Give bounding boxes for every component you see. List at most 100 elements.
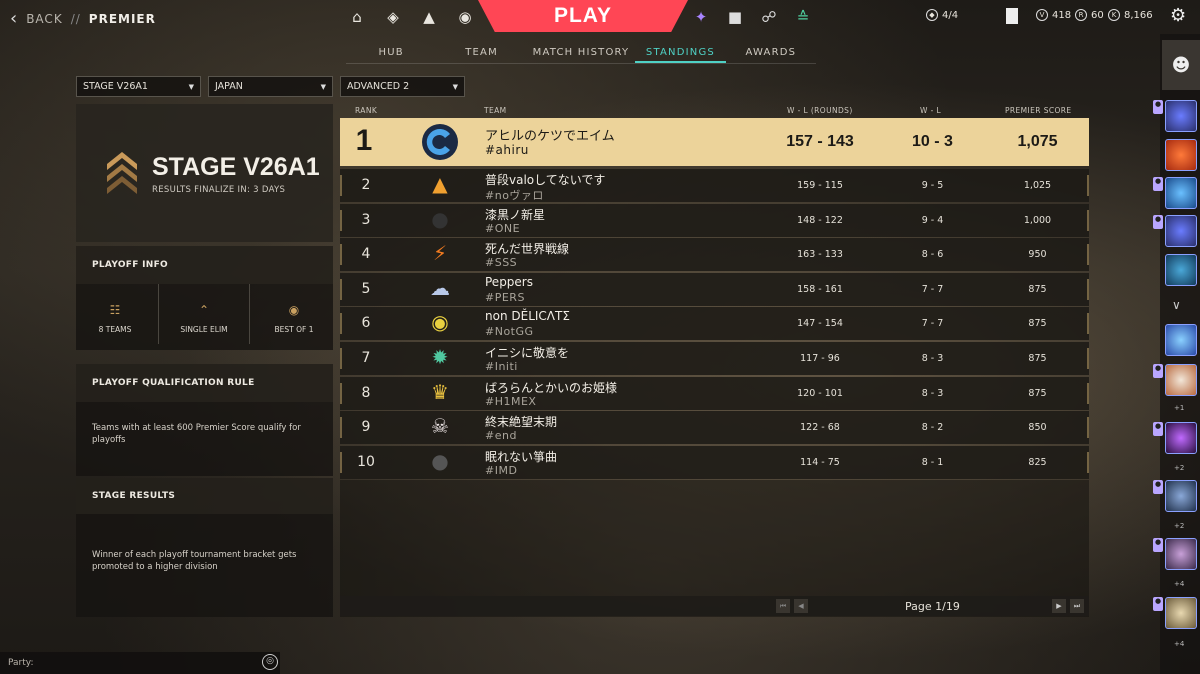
- fire-hat-emblem-icon: ▲: [432, 172, 448, 196]
- row-accent: [340, 417, 342, 439]
- friend-count: +2: [1174, 464, 1185, 472]
- division-select-value: ADVANCED 2: [347, 81, 410, 92]
- premier-score-cell: 875: [1028, 318, 1047, 330]
- back-nav[interactable]: ‹ BACK // PREMIER: [10, 8, 156, 29]
- agents-icon[interactable]: ◈: [382, 6, 404, 28]
- series-info: ◉ BEST OF 1: [259, 281, 329, 351]
- wl-rounds-cell: 159 - 115: [797, 180, 843, 191]
- prev-page-icon[interactable]: ◀: [794, 599, 808, 613]
- wl-rounds-cell: 114 - 75: [800, 456, 840, 468]
- lock-icon: ●: [1153, 422, 1163, 436]
- store-icon[interactable]: ☍: [758, 6, 780, 28]
- crown-emblem-icon: ♛: [431, 379, 449, 404]
- region-select[interactable]: JAPAN ▼: [208, 76, 333, 97]
- breadcrumb-separator: //: [70, 11, 81, 26]
- home-icon[interactable]: ⌂: [346, 6, 368, 28]
- battlepass-icon[interactable]: ◉: [454, 6, 476, 28]
- party-label: Party:: [8, 658, 34, 668]
- row-accent: [1087, 451, 1089, 473]
- collapse-chevron-icon[interactable]: ∨: [1172, 298, 1181, 312]
- masked-face-emblem-icon: ◉: [431, 310, 449, 335]
- wl-rounds-cell: 120 - 101: [797, 387, 843, 399]
- friend-count: +4: [1174, 580, 1185, 588]
- kc-readout: K 8,166: [1108, 9, 1153, 21]
- tab-standings[interactable]: STANDINGS: [635, 42, 726, 63]
- team-tag: #ONE: [485, 221, 521, 235]
- rank-cell: 3: [361, 211, 371, 228]
- party-bar[interactable]: Party:: [0, 652, 280, 674]
- bracket-icon: ☷: [109, 303, 121, 317]
- tab-match-history[interactable]: MATCH HISTORY: [527, 42, 635, 63]
- rank-cell: 6: [361, 315, 371, 332]
- party-invite-icon[interactable]: ◎: [262, 654, 278, 670]
- team-tag: #PERS: [485, 290, 525, 304]
- stage-select[interactable]: STAGE V26A1 ▼: [76, 76, 201, 97]
- divider: [249, 284, 250, 344]
- table-row[interactable]: 2 ▲ 普段valoしてないです #noヴァロ 159 - 115 9 - 5 1,025: [340, 169, 1089, 202]
- page-title: PREMIER: [88, 11, 156, 26]
- rank-cell: 7: [361, 350, 371, 366]
- friends-icon[interactable]: ☻: [1162, 40, 1200, 90]
- friend-avatar[interactable]: [1165, 177, 1197, 209]
- table-row[interactable]: 10 ● 眠れない箏曲 #IMD 114 - 75 8 - 1 825: [340, 445, 1089, 479]
- tab-hub[interactable]: HUB: [346, 42, 436, 63]
- last-page-icon[interactable]: ⏭: [1070, 599, 1084, 613]
- friend-avatar[interactable]: [1165, 254, 1197, 286]
- table-row[interactable]: 7 ✹ イニシに敬意を #Initi 117 - 96 8 - 3 875: [340, 342, 1089, 375]
- premier-score-cell: 875: [1028, 387, 1047, 399]
- settings-gear-icon[interactable]: ⚙: [1170, 5, 1186, 26]
- premier-score-cell: 1,025: [1023, 180, 1052, 191]
- row-accent: [1087, 244, 1089, 266]
- row-accent: [340, 175, 342, 196]
- wl-cell: 8 - 2: [921, 422, 944, 434]
- rank-cell: 4: [361, 246, 371, 263]
- table-row[interactable]: 8 ♛ ばろらんとかいのお姫様 #H1MEX 120 - 101 8 - 3 875: [340, 376, 1089, 410]
- tab-awards[interactable]: AWARDS: [726, 42, 816, 63]
- wl-rounds-cell: 157 - 143: [786, 133, 854, 150]
- row-accent: [340, 244, 342, 266]
- wallet-icon[interactable]: [1006, 8, 1018, 24]
- table-row[interactable]: 9 ☠ 終末絶望末期 #end 122 - 68 8 - 2 850: [340, 411, 1089, 445]
- friend-avatar[interactable]: [1165, 324, 1197, 356]
- friend-avatar[interactable]: [1165, 215, 1197, 247]
- wl-cell: 7 - 7: [921, 318, 944, 330]
- lock-icon: ●: [1153, 364, 1163, 378]
- region-select-value: JAPAN: [215, 81, 243, 92]
- col-wl: W - L: [920, 106, 942, 115]
- battlepass-chevron-icon[interactable]: ≙: [792, 6, 814, 28]
- play-button[interactable]: PLAY: [478, 0, 688, 32]
- playoff-info-heading: PLAYOFF INFO: [76, 246, 333, 284]
- career-icon[interactable]: ▲: [418, 6, 440, 28]
- row-accent: [1087, 278, 1089, 300]
- friend-avatar[interactable]: [1165, 364, 1197, 396]
- stage-name: STAGE V26A1: [152, 153, 320, 181]
- team-tag: #H1MEX: [485, 394, 537, 408]
- qualification-text: Teams with at least 600 Premier Score qu…: [92, 423, 301, 445]
- table-row[interactable]: 1 アヒルのケツでエイム #ahiru 157 - 143 10 - 3 1,0…: [340, 118, 1089, 166]
- friend-avatar[interactable]: [1165, 538, 1197, 570]
- table-row[interactable]: 3 ● 漆黒ノ新星 #ONE 148 - 122 9 - 4 1,000: [340, 203, 1089, 237]
- team-name: 漆黒ノ新星: [485, 207, 546, 222]
- friend-avatar[interactable]: [1165, 422, 1197, 454]
- tab-team[interactable]: TEAM: [436, 42, 526, 63]
- friend-avatar[interactable]: [1165, 100, 1197, 132]
- first-page-icon[interactable]: ⏮: [776, 599, 790, 613]
- next-page-icon[interactable]: ▶: [1052, 599, 1066, 613]
- table-row[interactable]: 5 ☁ Peppers #PERS 158 - 161 7 - 7 875: [340, 272, 1089, 306]
- premier-score-cell: 1,075: [1017, 133, 1058, 150]
- premier-icon[interactable]: ✦: [690, 6, 712, 28]
- friend-avatar[interactable]: [1165, 480, 1197, 512]
- table-row[interactable]: 6 ◉ non DĚLICΛTΣ #NotGG 147 - 154 7 - 7 875: [340, 307, 1089, 341]
- row-accent: [340, 382, 342, 404]
- team-tag: #NotGG: [485, 325, 534, 339]
- friend-avatar[interactable]: [1165, 597, 1197, 629]
- chevron-left-icon: ‹: [10, 8, 19, 29]
- col-premier-score: PREMIER SCORE: [1005, 106, 1072, 115]
- target-circle-icon: ◉: [288, 303, 300, 317]
- division-select[interactable]: ADVANCED 2 ▼: [340, 76, 465, 97]
- friend-avatar[interactable]: [1165, 139, 1197, 171]
- table-row[interactable]: 4 ⚡ 死んだ世界戦線 #SSS 163 - 133 8 - 6 950: [340, 238, 1089, 272]
- kc-value: 8,166: [1124, 9, 1153, 21]
- premier-tabs: HUB TEAM MATCH HISTORY STANDINGS AWARDS: [346, 42, 816, 64]
- collection-icon[interactable]: ■: [724, 6, 746, 28]
